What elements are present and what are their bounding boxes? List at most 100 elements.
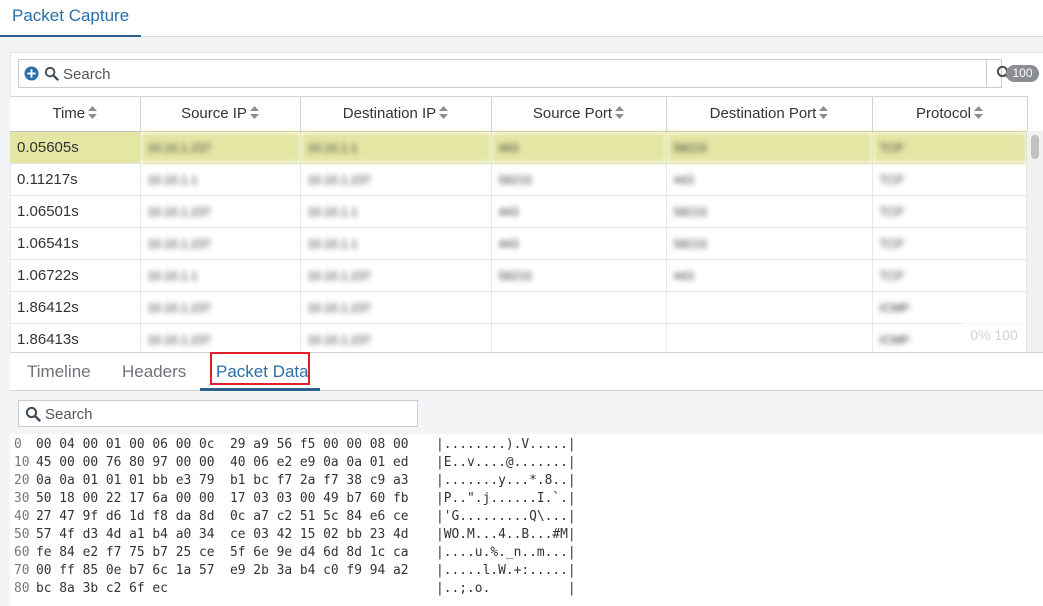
cell-destination-ip: 10.10.1.237: [300, 259, 492, 292]
cell-source-port: 443: [491, 227, 667, 260]
cell-destination-ip: 10.10.1.237: [300, 291, 492, 324]
cell-source-port: 58215: [491, 163, 667, 196]
cell-destination-ip: 10.10.1.237: [300, 163, 492, 196]
hex-line: 70 00 ff 85 0e b7 6c 1a 57 e9 2b 3a b4 c0…: [14, 562, 576, 580]
column-header-destination-ip[interactable]: Destination IP: [300, 96, 492, 132]
hex-line: 20 0a 0a 01 01 01 bb e3 79 b1 bc f7 2a f7…: [14, 472, 576, 490]
hex-line: 30 50 18 00 22 17 6a 00 00 17 03 03 00 49…: [14, 490, 576, 508]
column-header-time[interactable]: Time: [10, 96, 141, 132]
search-icon: [44, 66, 59, 81]
hex-offset: 50: [14, 527, 30, 542]
cell-source-ip: 10.10.1.237: [140, 291, 301, 324]
search-icon: [25, 406, 41, 422]
cell-destination-ip: 10.10.1.1: [300, 227, 492, 260]
hex-search-bar: [18, 400, 418, 427]
cell-destination-ip: 10.10.1.1: [300, 195, 492, 228]
tab-timeline[interactable]: Timeline: [27, 362, 91, 382]
cell-source-port: [491, 323, 667, 352]
hex-line: 10 45 00 00 76 80 97 00 00 40 06 e2 e9 0a…: [14, 454, 576, 472]
zoom-overlay: 0% 100: [962, 318, 1026, 352]
table-row[interactable]: 0.11217s 10.10.1.1 10.10.1.237 58215 443…: [10, 163, 1028, 196]
cell-source-ip: 10.10.1.1: [140, 163, 301, 196]
hex-ascii: |WO.M...4..B...#M|: [436, 527, 576, 542]
cell-source-ip: 10.10.1.237: [140, 227, 301, 260]
column-header-protocol[interactable]: Protocol: [872, 96, 1028, 132]
table-row[interactable]: 1.86412s 10.10.1.237 10.10.1.237 ICMP: [10, 291, 1028, 324]
cell-protocol: TCP: [872, 195, 1028, 228]
hex-ascii: |.....l.W.+:.....|: [436, 563, 576, 578]
sort-icon[interactable]: [819, 105, 829, 123]
cell-source-ip: 10.10.1.237: [140, 131, 301, 164]
add-filter-icon[interactable]: [24, 66, 39, 81]
cell-destination-port: 443: [666, 163, 873, 196]
hex-bytes: 50 18 00 22 17 6a 00 00 17 03 03 00 49 b…: [36, 491, 409, 506]
hex-ascii: |....u.%._n..m...|: [436, 545, 576, 560]
cell-source-port: 58215: [491, 259, 667, 292]
packet-search-bar: [18, 59, 1012, 88]
cell-destination-ip: 10.10.1.237: [300, 323, 492, 352]
hex-bytes: 57 4f d3 4d a1 b4 a0 34 ce 03 42 15 02 b…: [36, 527, 409, 542]
hex-offset: 70: [14, 563, 30, 578]
cell-source-port: 443: [491, 195, 667, 228]
table-row[interactable]: 1.06722s 10.10.1.1 10.10.1.237 58215 443…: [10, 259, 1028, 292]
hex-ascii: |'G.........Q\...|: [436, 509, 576, 524]
table-row[interactable]: 1.06501s 10.10.1.237 10.10.1.1 443 58215…: [10, 195, 1028, 228]
hex-line: 80 bc 8a 3b c2 6f ec |..;.o. |: [14, 580, 576, 598]
hex-offset: 10: [14, 455, 30, 470]
hex-line: 0 00 04 00 01 00 06 00 0c 29 a9 56 f5 00 …: [14, 436, 576, 454]
sort-icon[interactable]: [88, 105, 98, 123]
hex-ascii: |E..v....@.......|: [436, 455, 576, 470]
hex-line: 60 fe 84 e2 f7 75 b7 25 ce 5f 6e 9e d4 6d…: [14, 544, 576, 562]
hex-offset: 80: [14, 581, 30, 596]
sort-icon[interactable]: [615, 105, 625, 123]
hex-offset: 60: [14, 545, 30, 560]
table-row[interactable]: 0.05605s 10.10.1.237 10.10.1.1 443 58215…: [10, 131, 1028, 164]
cell-time: 0.11217s: [10, 163, 141, 196]
cell-time: 1.86413s: [10, 323, 141, 352]
hex-bytes: 27 47 9f d6 1d f8 da 8d 0c a7 c2 51 5c 8…: [36, 509, 409, 524]
table-scrollbar[interactable]: [1026, 131, 1043, 352]
sort-icon[interactable]: [974, 105, 984, 123]
cell-protocol: TCP: [872, 259, 1028, 292]
cell-protocol: TCP: [872, 131, 1028, 164]
hex-offset: 30: [14, 491, 30, 506]
cell-source-port: [491, 291, 667, 324]
cell-time: 0.05605s: [10, 131, 141, 164]
hex-search-input[interactable]: [45, 404, 405, 424]
packet-table: Time Source IP Destination IP Source Por…: [10, 96, 1028, 352]
cell-destination-port: [666, 291, 873, 324]
tab-packet-capture[interactable]: Packet Capture: [0, 0, 142, 37]
column-header-source-port[interactable]: Source Port: [491, 96, 667, 132]
top-tabbar: Packet Capture: [0, 0, 1043, 37]
scrollbar-thumb[interactable]: [1031, 135, 1039, 159]
table-row[interactable]: 1.86413s 10.10.1.237 10.10.1.237 ICMP: [10, 323, 1028, 352]
cell-destination-port: 443: [666, 259, 873, 292]
hex-ascii: |..;.o. |: [436, 581, 576, 596]
hex-line: 50 57 4f d3 4d a1 b4 a0 34 ce 03 42 15 02…: [14, 526, 576, 544]
hex-bytes: 45 00 00 76 80 97 00 00 40 06 e2 e9 0a 0…: [36, 455, 409, 470]
cell-destination-ip: 10.10.1.1: [300, 131, 492, 164]
table-row[interactable]: 1.06541s 10.10.1.237 10.10.1.1 443 58215…: [10, 227, 1028, 260]
hex-bytes: bc 8a 3b c2 6f ec: [36, 581, 168, 596]
hex-ascii: |P..".j......I.`.|: [436, 491, 576, 506]
tab-headers[interactable]: Headers: [122, 362, 186, 382]
hex-bytes: 00 ff 85 0e b7 6c 1a 57 e9 2b 3a b4 c0 f…: [36, 563, 409, 578]
cell-time: 1.06541s: [10, 227, 141, 260]
column-header-source-ip[interactable]: Source IP: [140, 96, 301, 132]
cell-source-ip: 10.10.1.1: [140, 259, 301, 292]
packet-search-input[interactable]: [63, 63, 963, 85]
cell-destination-port: 58215: [666, 131, 873, 164]
cell-source-ip: 10.10.1.237: [140, 195, 301, 228]
cell-time: 1.86412s: [10, 291, 141, 324]
sort-icon[interactable]: [249, 105, 259, 123]
sort-icon[interactable]: [439, 105, 449, 123]
packet-table-container: Time Source IP Destination IP Source Por…: [10, 96, 1043, 352]
cell-source-ip: 10.10.1.237: [140, 323, 301, 352]
hex-bytes: 00 04 00 01 00 06 00 0c 29 a9 56 f5 00 0…: [36, 437, 409, 452]
cell-time: 1.06501s: [10, 195, 141, 228]
column-header-destination-port[interactable]: Destination Port: [666, 96, 873, 132]
table-header-row: Time Source IP Destination IP Source Por…: [10, 96, 1028, 132]
hex-bytes: fe 84 e2 f7 75 b7 25 ce 5f 6e 9e d4 6d 8…: [36, 545, 409, 560]
hex-ascii: |.......y...*.8..|: [436, 473, 576, 488]
hex-dump: 0 00 04 00 01 00 06 00 0c 29 a9 56 f5 00 …: [14, 436, 576, 598]
